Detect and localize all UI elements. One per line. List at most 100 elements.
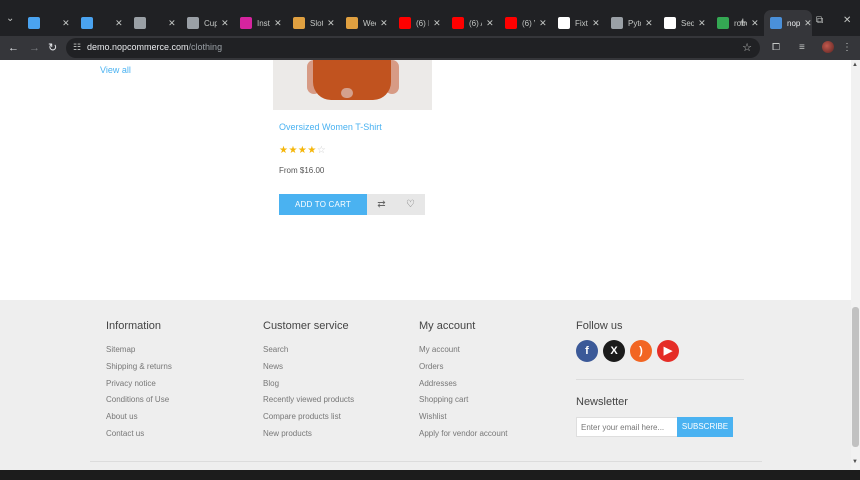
footer-information-link[interactable]: Sitemap (106, 342, 172, 359)
forward-arrow-icon[interactable]: → (29, 41, 40, 55)
tab-title: Wed (363, 18, 376, 28)
x-icon[interactable]: X (603, 340, 625, 362)
address-url[interactable]: demo.nopcommerce.com/clothing (87, 42, 222, 52)
browser-tab[interactable]: Fixtu ✕ (552, 12, 600, 34)
tab-close-icon[interactable]: ✕ (115, 18, 123, 29)
product-image-hand (341, 88, 353, 98)
tab-close-icon[interactable]: ✕ (698, 18, 706, 29)
footer-information-link[interactable]: Conditions of Use (106, 392, 172, 409)
footer-my-account-link[interactable]: Shopping cart (419, 392, 508, 409)
view-all-link[interactable]: View all (100, 65, 131, 75)
footer-customer-service-link[interactable]: New products (263, 426, 354, 443)
profile-avatar[interactable] (822, 41, 834, 53)
tab-close-icon[interactable]: ✕ (804, 18, 812, 29)
footer-information-link[interactable]: Privacy notice (106, 376, 172, 393)
newsletter-title: Newsletter (576, 396, 628, 408)
footer-my-account-link[interactable]: Wishlist (419, 409, 508, 426)
back-arrow-icon[interactable]: ← (8, 41, 19, 55)
tab-close-icon[interactable]: ✕ (645, 18, 653, 29)
new-tab-plus-icon[interactable]: + (739, 15, 747, 28)
browser-tab[interactable]: Sequ ✕ (658, 12, 706, 34)
newsletter-email-input[interactable] (576, 417, 678, 437)
rss-icon[interactable]: ) (630, 340, 652, 362)
extensions-puzzle-icon[interactable]: ⧠ (772, 42, 780, 53)
tab-close-icon[interactable]: ✕ (327, 18, 335, 29)
tab-title: nop (787, 18, 800, 28)
reload-icon[interactable]: ↻ (48, 41, 57, 55)
tab-close-icon[interactable]: ✕ (486, 18, 494, 29)
close-window-icon[interactable]: ✕ (843, 15, 851, 26)
browser-tab[interactable]: Slot ✕ (287, 12, 335, 34)
tab-favicon-icon (28, 17, 40, 29)
browser-tab[interactable]: robo✕ (711, 12, 759, 34)
tab-close-icon[interactable]: ✕ (274, 18, 282, 29)
add-to-wishlist-button[interactable]: ♡ (396, 194, 425, 215)
footer-follow-us-column: Follow us (576, 320, 622, 342)
tab-close-icon[interactable]: ✕ (168, 18, 176, 29)
footer-customer-service-link[interactable]: Search (263, 342, 354, 359)
browser-tab[interactable]: ✕ (22, 12, 70, 34)
page-content: View all Oversized Women T-Shirt ★★★★☆ F… (0, 60, 851, 470)
tab-favicon-icon (240, 17, 252, 29)
tab-title: Cup (204, 18, 217, 28)
tab-favicon-icon (770, 17, 782, 29)
browser-tab[interactable]: ✕ (75, 12, 123, 34)
browser-tab[interactable]: ✕ (128, 12, 176, 34)
url-host: demo.nopcommerce.com (87, 42, 189, 52)
tab-favicon-icon (664, 17, 676, 29)
footer-my-account-link[interactable]: My account (419, 342, 508, 359)
media-control-icon[interactable]: ≡ (799, 42, 805, 53)
tab-close-icon[interactable]: ✕ (592, 18, 600, 29)
tab-favicon-icon (187, 17, 199, 29)
tab-favicon-icon (717, 17, 729, 29)
address-bar[interactable]: ☷ demo.nopcommerce.com/clothing ☆ (66, 38, 760, 58)
product-title-link[interactable]: Oversized Women T-Shirt (279, 122, 382, 132)
tab-close-icon[interactable]: ✕ (751, 18, 759, 29)
browser-tab[interactable]: (6) V ✕ (499, 12, 547, 34)
browser-toolbar: ← → ↻ ☷ demo.nopcommerce.com/clothing ☆ … (0, 36, 860, 60)
browser-menu-icon[interactable]: ⋮ (842, 42, 852, 53)
tab-favicon-icon (452, 17, 464, 29)
footer-information-link[interactable]: About us (106, 409, 172, 426)
browser-tab[interactable]: (6) A ✕ (446, 12, 494, 34)
browser-tab[interactable]: (6) F ✕ (393, 12, 441, 34)
footer-customer-service-link[interactable]: Recently viewed products (263, 392, 354, 409)
site-info-icon[interactable]: ☷ (73, 42, 81, 53)
product-image[interactable] (273, 60, 432, 110)
browser-tab[interactable]: Insta ✕ (234, 12, 282, 34)
subscribe-button[interactable]: SUBSCRIBE (677, 417, 733, 437)
page-scrollbar[interactable]: ▲ ▼ (851, 60, 860, 470)
footer-information-column: Information Sitemap Shipping & returns Pri… (106, 320, 172, 443)
browser-tab[interactable]: Wed ✕ (340, 12, 388, 34)
footer-my-account-link[interactable]: Apply for vendor account (419, 426, 508, 443)
add-to-cart-button[interactable]: ADD TO CART (279, 194, 367, 215)
rating-stars-empty: ☆ (316, 145, 327, 156)
tab-close-icon[interactable]: ✕ (433, 18, 441, 29)
tab-close-icon[interactable]: ✕ (221, 18, 229, 29)
footer-customer-service-link[interactable]: Compare products list (263, 409, 354, 426)
footer-customer-service-link[interactable]: News (263, 359, 354, 376)
scrollbar-thumb[interactable] (852, 307, 859, 447)
footer-my-account-link[interactable]: Orders (419, 359, 508, 376)
scroll-up-arrow-icon[interactable]: ▲ (852, 62, 858, 68)
tab-close-icon[interactable]: ✕ (380, 18, 388, 29)
tab-favicon-icon (81, 17, 93, 29)
browser-tab[interactable]: nop ✕ (764, 10, 812, 36)
tab-close-icon[interactable]: ✕ (62, 18, 70, 29)
tab-title: (6) V (522, 18, 535, 28)
browser-tab[interactable]: Pyto ✕ (605, 12, 653, 34)
youtube-icon[interactable]: ▶ (657, 340, 679, 362)
tab-search-chevron-icon[interactable]: ⌄ (6, 14, 16, 24)
add-to-compare-button[interactable]: ⇄ (367, 194, 396, 215)
footer-my-account-link[interactable]: Addresses (419, 376, 508, 393)
browser-tab[interactable]: Cup ✕ (181, 12, 229, 34)
footer-customer-service-link[interactable]: Blog (263, 376, 354, 393)
restore-window-icon[interactable]: ⧉ (816, 15, 823, 26)
scroll-down-arrow-icon[interactable]: ▼ (852, 459, 858, 465)
facebook-icon[interactable]: f (576, 340, 598, 362)
footer-information-link[interactable]: Contact us (106, 426, 172, 443)
tab-close-icon[interactable]: ✕ (539, 18, 547, 29)
footer-information-link[interactable]: Shipping & returns (106, 359, 172, 376)
bookmark-star-icon[interactable]: ☆ (742, 41, 752, 54)
rating-stars-filled: ★★★★ (279, 145, 317, 156)
